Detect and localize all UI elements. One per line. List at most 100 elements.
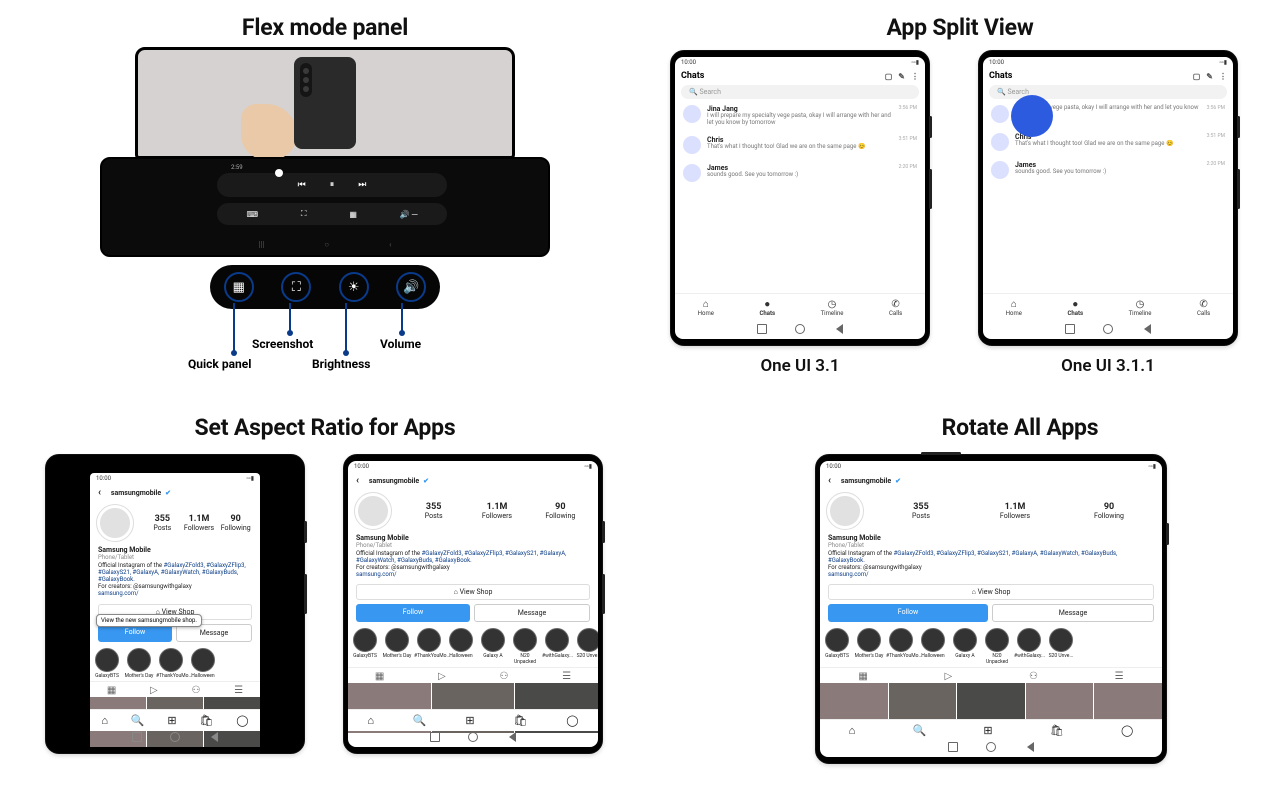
volume-ctl-icon[interactable]: 🔊 <box>396 272 426 302</box>
ig-nav-icon[interactable]: ⌂ <box>367 714 374 727</box>
ig-nav-icon[interactable]: ⌂ <box>101 714 108 727</box>
screen-aspect-before[interactable]: 10:00▫▫▮ ‹ samsungmobile ✔355Posts1.1MFo… <box>50 461 300 747</box>
highlight-item[interactable]: Galaxy A <box>478 628 508 665</box>
highlight-item[interactable]: Halloween <box>918 628 948 665</box>
highlight-item[interactable]: N20 Unpacked <box>510 628 540 665</box>
ig-link[interactable]: samsung.com/ <box>356 571 397 578</box>
brightness-icon[interactable]: ☀ <box>339 272 369 302</box>
ig-nav-icon[interactable]: 🛍 <box>513 714 527 727</box>
ig-tab-icon[interactable]: ☰ <box>234 685 243 696</box>
highlight-item[interactable]: #ThankYouMo... <box>886 628 916 665</box>
stat-posts[interactable]: 355Posts <box>874 502 968 520</box>
ig-nav-icon[interactable]: ◯ <box>566 714 578 727</box>
ig-nav-icon[interactable]: 🔍 <box>413 714 427 727</box>
highlight-item[interactable]: Mother's Day <box>124 648 154 679</box>
highlight-item[interactable]: Halloween <box>446 628 476 665</box>
ig-tab-icon[interactable]: ⚇ <box>1029 671 1038 682</box>
message-button[interactable]: Message <box>474 604 590 622</box>
ig-tab-icon[interactable]: ▦ <box>107 685 116 696</box>
profile-avatar[interactable] <box>354 492 392 530</box>
highlight-item[interactable]: Halloween <box>188 648 218 679</box>
ig-nav-icon[interactable]: ⊞ <box>465 714 474 727</box>
highlight-item[interactable]: #ThankYouMo... <box>156 648 186 679</box>
highlight-item[interactable]: #withGalaxy... <box>1014 628 1044 665</box>
ig-tab-icon[interactable]: ☰ <box>562 671 571 682</box>
ig-tab-icon[interactable]: ⚇ <box>191 685 200 696</box>
highlight-item[interactable]: S20 Unve... <box>574 628 598 665</box>
screenshot-icon[interactable]: ⛶ <box>281 272 311 302</box>
stat-posts[interactable]: 355Posts <box>144 514 181 532</box>
chat-row[interactable]: Jina JangI will prepare my specialty veg… <box>675 101 925 132</box>
ig-tab-icon[interactable]: ☰ <box>1115 671 1124 682</box>
highlight-item[interactable]: S20 Unve... <box>1046 628 1076 665</box>
stat-following[interactable]: 90Following <box>529 502 592 520</box>
video-icon[interactable]: ▢ <box>1193 72 1201 81</box>
ig-link[interactable]: samsung.com/ <box>98 590 139 597</box>
view-shop-button[interactable]: ⌂ View Shop <box>356 584 590 600</box>
drag-indicator-icon[interactable] <box>1011 95 1053 137</box>
stat-followers[interactable]: 1.1MFollowers <box>968 502 1062 520</box>
search-input[interactable]: 🔍 Search <box>681 85 919 99</box>
screen-oneui31[interactable]: 10:00▫▫▮ Chats ▢✎⋮ 🔍 Search Jina JangI w… <box>675 57 925 339</box>
screen-rotate[interactable]: 10:00▫▫▮ ‹ samsungmobile ✔355Posts1.1MFo… <box>820 461 1162 757</box>
tab-home[interactable]: ⌂Home <box>698 299 714 317</box>
ig-nav-icon[interactable]: 🔍 <box>131 714 145 727</box>
message-button[interactable]: Message <box>992 604 1154 622</box>
view-shop-button[interactable]: ⌂ View Shop <box>828 584 1154 600</box>
prev-icon[interactable]: ⏮ <box>298 180 306 190</box>
ig-tab-icon[interactable]: ▷ <box>945 671 953 682</box>
ig-nav-icon[interactable]: 🛍 <box>199 714 213 727</box>
highlight-item[interactable]: #ThankYouMo... <box>414 628 444 665</box>
ig-tab-icon[interactable]: ⚇ <box>499 671 508 682</box>
tab-timeline[interactable]: ◷Timeline <box>1129 299 1152 317</box>
compose-icon[interactable]: ✎ <box>1206 72 1213 81</box>
grid-icon[interactable]: ▦ <box>349 210 357 219</box>
compose-icon[interactable]: ✎ <box>898 72 905 81</box>
highlight-item[interactable]: GalaxyBTS <box>350 628 380 665</box>
ig-link[interactable]: samsung.com/ <box>828 571 869 578</box>
follow-button[interactable]: Follow <box>356 604 470 622</box>
chat-row[interactable]: Jamessounds good. See you tomorrow :)2:2… <box>983 157 1233 185</box>
profile-avatar[interactable] <box>826 492 864 530</box>
more-icon[interactable]: ⋮ <box>911 72 919 81</box>
screen-aspect-after[interactable]: 10:00▫▫▮ ‹ samsungmobile ✔355Posts1.1MFo… <box>348 461 598 747</box>
ig-nav-icon[interactable]: ⊞ <box>167 714 176 727</box>
more-icon[interactable]: ⋮ <box>1219 72 1227 81</box>
chat-row[interactable]: ChrisThat's what I thought too! Glad we … <box>675 132 925 160</box>
ig-tab-icon[interactable]: ▦ <box>858 671 867 682</box>
ig-tab-icon[interactable]: ▷ <box>438 671 446 682</box>
tab-timeline[interactable]: ◷Timeline <box>821 299 844 317</box>
tab-chats[interactable]: ●Chats <box>759 299 775 317</box>
volume-icon[interactable]: 🔊 ─ <box>400 210 418 219</box>
ig-nav-icon[interactable]: 🔍 <box>912 724 926 737</box>
next-icon[interactable]: ⏭ <box>358 180 366 190</box>
highlight-item[interactable]: Mother's Day <box>382 628 412 665</box>
quick-panel-icon[interactable]: ▦ <box>224 272 254 302</box>
ig-tab-icon[interactable]: ▷ <box>150 685 158 696</box>
profile-avatar[interactable] <box>96 504 134 542</box>
tab-home[interactable]: ⌂Home <box>1006 299 1022 317</box>
stat-following[interactable]: 90Following <box>1062 502 1156 520</box>
caption-icon[interactable]: ⌨ <box>246 210 258 219</box>
highlight-item[interactable]: GalaxyBTS <box>92 648 122 679</box>
ig-nav-icon[interactable]: ◯ <box>236 714 248 727</box>
ig-nav-icon[interactable]: 🛍 <box>1050 724 1064 737</box>
stat-followers[interactable]: 1.1MFollowers <box>181 514 218 532</box>
highlight-item[interactable]: Mother's Day <box>854 628 884 665</box>
screen-oneui311[interactable]: 10:00▫▫▮ Chats ▢✎⋮ 🔍 Search my specialty… <box>983 57 1233 339</box>
stat-followers[interactable]: 1.1MFollowers <box>465 502 528 520</box>
pip-icon[interactable]: ⛶ <box>301 209 307 219</box>
ig-tab-icon[interactable]: ▦ <box>375 671 384 682</box>
highlight-item[interactable]: Galaxy A <box>950 628 980 665</box>
stat-following[interactable]: 90Following <box>217 514 254 532</box>
chat-row[interactable]: Jamessounds good. See you tomorrow :)2:2… <box>675 160 925 188</box>
ig-nav-icon[interactable]: ◯ <box>1121 724 1133 737</box>
highlight-item[interactable]: N20 Unpacked <box>982 628 1012 665</box>
highlight-item[interactable]: GalaxyBTS <box>822 628 852 665</box>
highlight-item[interactable]: #withGalaxy... <box>542 628 572 665</box>
tab-calls[interactable]: ✆Calls <box>1197 299 1210 317</box>
ig-nav-icon[interactable]: ⊞ <box>983 724 992 737</box>
pause-icon[interactable]: ⏸ <box>330 180 335 190</box>
tab-chats[interactable]: ●Chats <box>1067 299 1083 317</box>
follow-button[interactable]: Follow <box>828 604 988 622</box>
